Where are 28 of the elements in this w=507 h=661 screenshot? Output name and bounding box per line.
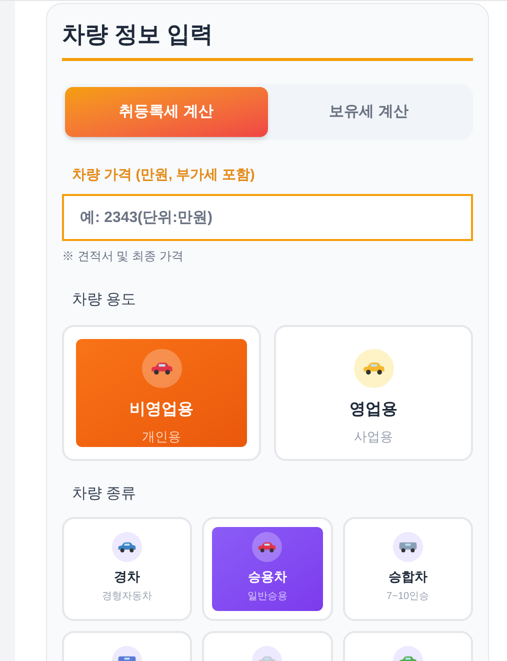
vehicle-type-option[interactable]: 승합차 7~10인승 <box>342 517 473 621</box>
field-note: ※ 견적서 및 최종 가격 <box>62 248 184 265</box>
section-heading: 차량 종류 <box>72 484 138 504</box>
option-subtitle: 경형자동차 <box>102 590 152 604</box>
tab[interactable]: 취등록세 계산 <box>65 87 268 137</box>
option-subtitle: 사업용 <box>354 428 393 446</box>
price-input[interactable]: 예: 2343(단위:만원) <box>62 194 473 241</box>
taxi-icon <box>362 361 386 376</box>
option-subtitle: 일반승용 <box>247 590 288 604</box>
option-title: 승합차 <box>388 568 428 586</box>
section-heading: 차량 용도 <box>72 290 138 310</box>
car-icon <box>150 361 174 376</box>
option-title: 영업용 <box>350 400 398 420</box>
option-subtitle: 7~10인승 <box>386 590 430 604</box>
field-label: 차량 가격 (만원, 부가세 포함) <box>72 165 256 184</box>
car-icon <box>117 541 138 553</box>
van-icon <box>398 541 418 553</box>
form-title: 차량 정보 입력 <box>62 20 214 49</box>
usage-option[interactable]: 영업용 사업용 <box>274 324 473 460</box>
option-title: 비영업용 <box>130 400 194 420</box>
vehicle-type-option[interactable]: 승용차 일반승용 <box>202 517 333 621</box>
option-title: 승용차 <box>248 568 287 586</box>
usage-option[interactable]: 비영업용 개인용 <box>62 324 261 460</box>
option-subtitle: 개인용 <box>142 428 181 446</box>
vehicle-type-option[interactable]: 경차 경형자동차 <box>62 517 192 621</box>
option-title: 경차 <box>114 568 140 586</box>
car-icon <box>257 541 278 553</box>
tab[interactable]: 보유세 계산 <box>268 87 470 137</box>
